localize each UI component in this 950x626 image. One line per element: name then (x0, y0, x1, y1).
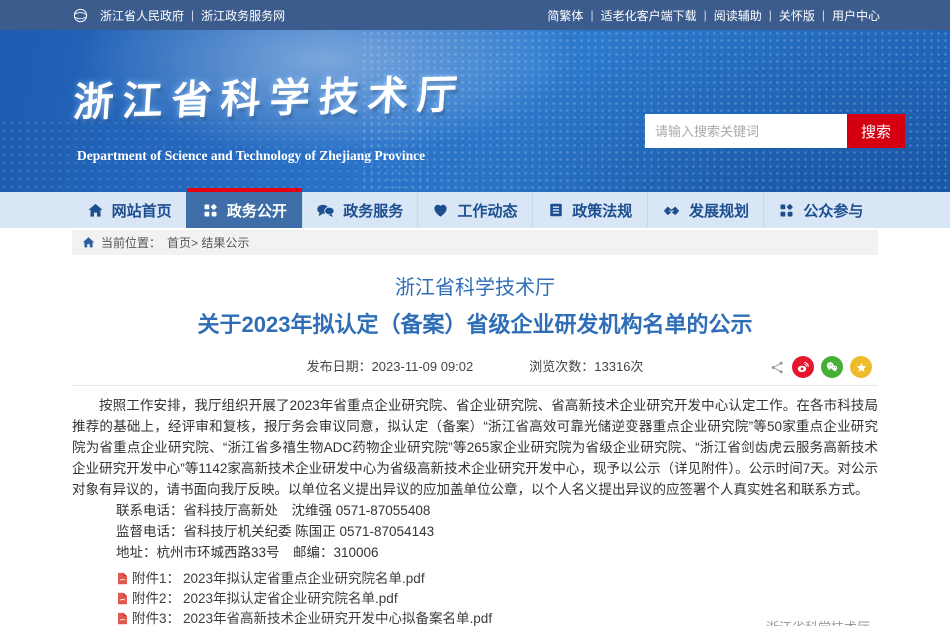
link-simplified-traditional[interactable]: 简繁体 (547, 7, 583, 24)
heart-icon (432, 202, 449, 219)
attachment-filename: 2023年拟认定省重点企业研究院名单.pdf (183, 569, 425, 589)
attachment-link-2[interactable]: 附件2：2023年拟认定省企业研究院名单.pdf (72, 589, 878, 609)
gov-globe-icon (72, 7, 89, 24)
address-line: 地址：杭州市环城西路33号 邮编：310006 (72, 542, 878, 563)
chat-bubbles-icon (316, 202, 335, 219)
article-body: 按照工作安排，我厅组织开展了2023年省重点企业研究院、省企业研究院、省高新技术… (72, 395, 878, 500)
link-elderly-client[interactable]: 适老化客户端下载 (601, 7, 697, 24)
attachment-link-3[interactable]: 附件3：2023年省高新技术企业研究开发中心拟备案名单.pdf (72, 609, 878, 626)
wechat-icon[interactable] (821, 356, 843, 378)
pdf-file-icon (116, 612, 129, 625)
search-input[interactable] (645, 114, 847, 148)
breadcrumb-home-icon (82, 236, 95, 249)
separator: | (191, 8, 194, 22)
topbar-right-links: 简繁体 | 适老化客户端下载 | 阅读辅助 | 关怀版 | 用户中心 (547, 7, 880, 24)
attachment-list: 附件1：2023年拟认定省重点企业研究院名单.pdf 附件2：2023年拟认定省… (72, 569, 878, 626)
article-org-title: 浙江省科学技术厅 (72, 275, 878, 301)
weibo-icon[interactable] (792, 356, 814, 378)
site-title: 浙江省科学技术厅 (72, 62, 468, 128)
article: 浙江省科学技术厅 关于2023年拟认定（备案）省级企业研发机构名单的公示 发布日… (72, 255, 878, 626)
meta-divider (72, 385, 878, 386)
link-user-center[interactable]: 用户中心 (832, 7, 880, 24)
main-nav: 网站首页 政务公开 政务服务 工作动态 政策法规 发展规划 (0, 192, 950, 228)
contact-info: 联系电话：省科技厅高新处 沈维强 0571-87055408 监督电话：省科技厅… (72, 500, 878, 563)
nav-tab-gov-service[interactable]: 政务服务 (302, 192, 417, 228)
link-reading-aid[interactable]: 阅读辅助 (714, 7, 762, 24)
pdf-file-icon (116, 572, 129, 585)
site-title-english: Department of Science and Technology of … (77, 148, 425, 164)
search-button[interactable]: 搜索 (847, 114, 905, 148)
article-signature: 浙江省科学技术厅 (766, 617, 870, 626)
views-value: 13316次 (594, 359, 643, 374)
attachment-link-1[interactable]: 附件1：2023年拟认定省重点企业研究院名单.pdf (72, 569, 878, 589)
attachment-label: 附件2： (132, 589, 180, 609)
nav-tab-policy[interactable]: 政策法规 (532, 192, 647, 228)
separator: | (704, 8, 707, 22)
separator: | (822, 8, 825, 22)
link-care-version[interactable]: 关怀版 (779, 7, 815, 24)
separator: | (769, 8, 772, 22)
nav-tab-label: 政务服务 (343, 200, 403, 221)
nav-tab-label: 工作动态 (457, 200, 517, 221)
article-meta: 发布日期：2023-11-09 09:02 浏览次数：13316次 (72, 355, 878, 379)
nav-tab-gov-open[interactable]: 政务公开 (186, 192, 301, 228)
views-label: 浏览次数： (529, 359, 594, 374)
publish-date-value: 2023-11-09 09:02 (372, 359, 474, 374)
nav-tab-development-plan[interactable]: 发展规划 (647, 192, 762, 228)
topbar-left-links: 浙江省人民政府 | 浙江政务服务网 (72, 7, 285, 24)
link-zhejiang-gov[interactable]: 浙江省人民政府 (100, 7, 184, 24)
article-title: 关于2023年拟认定（备案）省级企业研发机构名单的公示 (72, 311, 878, 339)
top-utility-bar: 浙江省人民政府 | 浙江政务服务网 简繁体 | 适老化客户端下载 | 阅读辅助 … (0, 0, 950, 30)
qzone-icon[interactable] (850, 356, 872, 378)
nav-tab-public-participation[interactable]: 公众参与 (763, 192, 878, 228)
gov-open-grid-icon (202, 202, 219, 219)
attachment-label: 附件1： (132, 569, 180, 589)
breadcrumb-location-label: 当前位置： (101, 234, 161, 251)
header-banner: 浙江省科学技术厅 Department of Science and Techn… (0, 30, 950, 192)
nav-tab-work-news[interactable]: 工作动态 (417, 192, 532, 228)
page: 浙江省人民政府 | 浙江政务服务网 简繁体 | 适老化客户端下载 | 阅读辅助 … (0, 0, 950, 626)
attachment-filename: 2023年省高新技术企业研究开发中心拟备案名单.pdf (183, 609, 492, 626)
nav-tab-label: 政务公开 (227, 200, 287, 221)
handshake-icon (662, 202, 681, 219)
nav-tab-label: 政策法规 (572, 200, 632, 221)
breadcrumb: 当前位置： 首页> 结果公示 (72, 230, 878, 255)
nav-tab-home[interactable]: 网站首页 (72, 192, 186, 228)
separator: | (590, 8, 593, 22)
share-nodes-icon[interactable] (770, 360, 785, 375)
participation-grid-icon (778, 202, 795, 219)
nav-tab-label: 公众参与 (803, 200, 863, 221)
home-icon (87, 202, 104, 219)
nav-tab-label: 网站首页 (112, 200, 172, 221)
nav-tab-label: 发展规划 (689, 200, 749, 221)
pdf-file-icon (116, 592, 129, 605)
link-zhejiang-service[interactable]: 浙江政务服务网 (201, 7, 285, 24)
supervision-phone: 监督电话：省科技厅机关纪委 陈国正 0571-87054143 (72, 521, 878, 542)
publish-date-label: 发布日期： (307, 359, 372, 374)
attachment-label: 附件3： (132, 609, 180, 626)
site-search: 搜索 (645, 114, 905, 148)
contact-phone: 联系电话：省科技厅高新处 沈维强 0571-87055408 (72, 500, 878, 521)
breadcrumb-path[interactable]: 首页> 结果公示 (167, 234, 249, 251)
document-icon (548, 202, 564, 218)
share-bar (770, 356, 872, 378)
attachment-filename: 2023年拟认定省企业研究院名单.pdf (183, 589, 398, 609)
